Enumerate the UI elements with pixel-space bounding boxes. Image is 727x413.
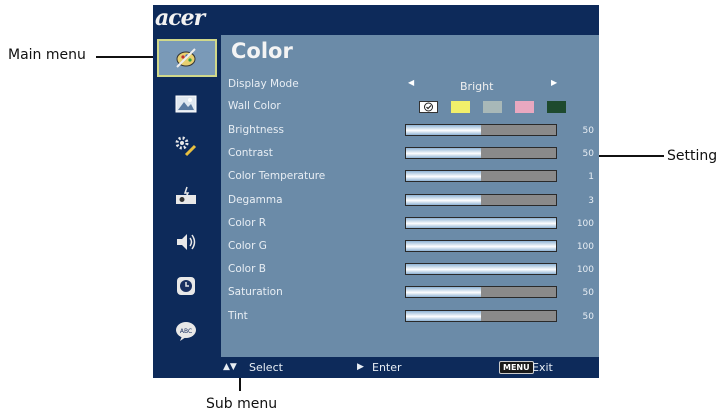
setting-label: Tint <box>228 309 248 322</box>
setting-value: 100 <box>576 218 594 229</box>
setting-slider[interactable] <box>405 216 557 229</box>
acer-logo: acer <box>155 5 205 31</box>
settings-icon[interactable] <box>174 135 198 157</box>
setting-value: 3 <box>588 195 594 206</box>
wall-color-swatch[interactable] <box>483 101 502 113</box>
slider-fill <box>406 125 481 135</box>
wall-color-swatch[interactable] <box>451 101 470 113</box>
wall-color-row[interactable]: Wall Color <box>228 96 596 118</box>
display-mode-row[interactable]: Display Mode ◀ Bright ▶ <box>228 74 596 96</box>
setting-label: Degamma <box>228 193 283 206</box>
slider-fill <box>406 148 481 159</box>
setting-row[interactable]: Brightness 50 <box>228 120 596 142</box>
enter-hint: Enter <box>372 361 402 374</box>
navigate-arrows-icon: ▲▼ <box>223 362 237 372</box>
display-mode-value: Bright <box>460 80 494 93</box>
slider-fill <box>406 194 481 205</box>
slider-fill <box>406 171 481 182</box>
enter-arrow-icon: ▶ <box>357 362 364 372</box>
setting-label: Saturation <box>228 286 283 299</box>
setting-value: 50 <box>582 311 594 322</box>
setting-value: 50 <box>582 126 594 136</box>
wall-color-swatch[interactable] <box>515 101 534 113</box>
setting-row[interactable]: Saturation 50 <box>228 282 596 304</box>
main-menu-leader-line <box>96 56 154 58</box>
setting-label: Color R <box>228 216 267 229</box>
slider-fill <box>406 264 556 275</box>
setting-value: 100 <box>576 265 594 276</box>
main-menu-sidebar: ABC <box>153 35 219 355</box>
language-icon[interactable]: ABC <box>174 320 198 342</box>
image-icon[interactable] <box>174 93 198 115</box>
setting-value: 100 <box>576 242 594 252</box>
setting-slider[interactable] <box>405 193 557 206</box>
slider-fill <box>406 287 481 298</box>
setting-slider[interactable] <box>405 240 557 252</box>
setting-slider[interactable] <box>405 170 557 183</box>
setting-value: 50 <box>582 149 594 160</box>
setting-slider[interactable] <box>405 124 557 136</box>
checkmark-icon <box>424 102 433 112</box>
setting-row[interactable]: Color Temperature 1 <box>228 166 596 188</box>
slider-fill <box>406 241 556 251</box>
select-hint: Select <box>249 361 283 374</box>
setting-label: Contrast <box>228 147 273 160</box>
setting-row[interactable]: Color B 100 <box>228 259 596 281</box>
wall-color-label: Wall Color <box>228 100 281 112</box>
volume-icon[interactable] <box>174 231 198 253</box>
setting-slider[interactable] <box>405 147 557 160</box>
main-menu-callout: Main menu <box>8 47 86 63</box>
setting-row[interactable]: Degamma 3 <box>228 190 596 212</box>
projector-icon[interactable] <box>174 185 198 207</box>
color-submenu-panel: Color Display Mode ◀ Bright ▶ Wall Color… <box>221 35 599 357</box>
setting-label: Color Temperature <box>228 170 326 183</box>
menu-key-icon: MENU <box>499 361 534 374</box>
color-icon[interactable] <box>157 39 217 77</box>
setting-row[interactable]: Contrast 50 <box>228 143 596 165</box>
slider-fill <box>406 310 481 321</box>
arrow-right-icon[interactable]: ▶ <box>551 78 557 87</box>
setting-slider[interactable] <box>405 309 557 322</box>
svg-text:ABC: ABC <box>180 328 192 335</box>
setting-value: 1 <box>588 172 594 183</box>
setting-row[interactable]: Color G 100 <box>228 236 596 258</box>
setting-slider[interactable] <box>405 286 557 299</box>
arrow-left-icon[interactable]: ◀ <box>408 78 414 87</box>
wall-color-swatch[interactable] <box>419 101 438 113</box>
sub-menu-callout: Sub menu <box>206 396 278 412</box>
setting-slider[interactable] <box>405 263 557 276</box>
setting-callout: Setting <box>667 148 718 164</box>
setting-label: Color G <box>228 240 267 252</box>
setting-value: 50 <box>582 288 594 299</box>
projector-osd: acer ABC Color Display Mode ◀ Bright ▶ W… <box>153 5 599 378</box>
setting-row[interactable]: Tint 50 <box>228 306 596 328</box>
osd-footer: ▲▼ Select ▶ Enter MENU Exit <box>221 357 599 378</box>
wall-color-swatch[interactable] <box>547 101 566 113</box>
slider-fill <box>406 217 556 228</box>
display-mode-label: Display Mode <box>228 78 299 90</box>
setting-label: Color B <box>228 263 266 276</box>
setting-row[interactable]: Color R 100 <box>228 213 596 235</box>
exit-hint: Exit <box>532 361 553 374</box>
timer-icon[interactable] <box>174 275 198 297</box>
submenu-title: Color <box>231 39 293 63</box>
setting-label: Brightness <box>228 124 284 136</box>
